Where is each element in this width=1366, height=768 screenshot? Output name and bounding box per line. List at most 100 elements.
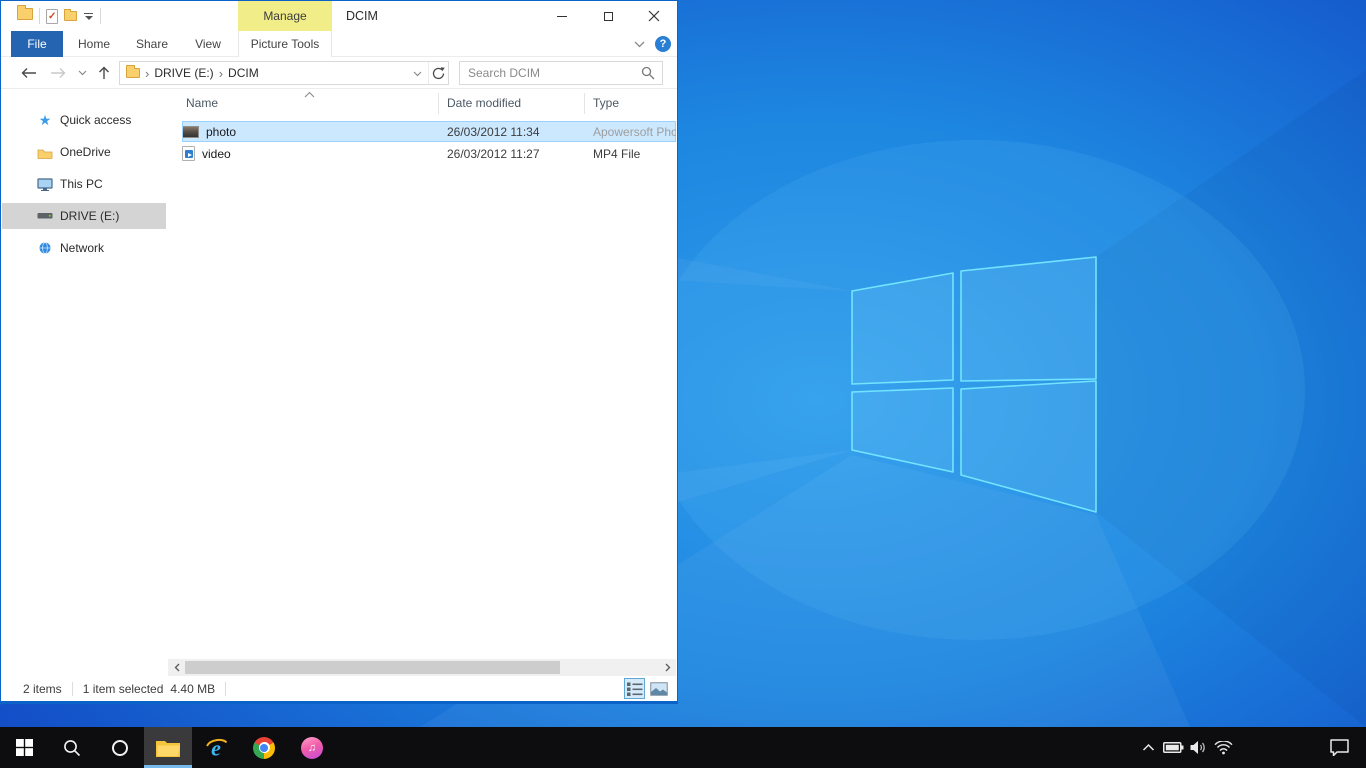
items-count: 2 items — [23, 682, 62, 696]
new-folder-icon[interactable] — [64, 11, 77, 21]
file-row-photo[interactable]: photo 26/03/2012 11:34 Apowersoft Pho — [182, 121, 676, 142]
selection-count: 1 item selected — [83, 682, 164, 696]
sidebar-label: OneDrive — [60, 145, 111, 159]
address-bar[interactable]: › DRIVE (E:) › DCIM — [119, 61, 449, 85]
taskbar-internet-explorer-button[interactable]: e — [192, 727, 240, 768]
chevron-down-icon — [78, 70, 87, 76]
file-name: photo — [206, 125, 436, 139]
sidebar-label: Network — [60, 241, 104, 255]
sidebar-item-this-pc[interactable]: This PC — [2, 171, 166, 197]
selection-size: 4.40 MB — [170, 682, 215, 696]
breadcrumb-chevron: › — [145, 66, 149, 81]
status-divider — [225, 682, 226, 696]
maximize-button[interactable] — [585, 1, 631, 31]
taskbar-itunes-button[interactable]: ♫ — [288, 727, 336, 768]
ribbon-tab-row: File Home Share View Picture Tools ? — [1, 31, 677, 57]
column-divider[interactable] — [438, 93, 439, 114]
forward-button[interactable] — [46, 57, 70, 89]
tab-view[interactable]: View — [185, 31, 231, 57]
search-box[interactable] — [459, 61, 663, 85]
tab-file[interactable]: File — [11, 31, 63, 57]
chrome-icon — [253, 737, 275, 759]
scroll-right-arrow[interactable] — [659, 659, 676, 676]
column-divider[interactable] — [584, 93, 585, 114]
properties-icon[interactable] — [46, 9, 58, 24]
minimize-button[interactable] — [539, 1, 585, 31]
qat-customize-dropdown-icon[interactable] — [83, 13, 94, 20]
navigation-bar: › DRIVE (E:) › DCIM — [1, 57, 677, 89]
volume-icon[interactable] — [1186, 727, 1211, 768]
sidebar-label: Quick access — [60, 113, 131, 127]
screen: Manage DCIM File Home Share View Picture… — [0, 0, 1366, 768]
close-button[interactable] — [631, 1, 677, 31]
search-icon[interactable] — [641, 66, 655, 80]
taskbar-search-button[interactable] — [48, 727, 96, 768]
wifi-icon[interactable] — [1211, 727, 1236, 768]
large-thumbnails-view-button[interactable] — [648, 678, 669, 699]
titlebar[interactable]: Manage DCIM — [1, 1, 677, 31]
recent-locations-button[interactable] — [74, 57, 90, 89]
taskbar-chrome-button[interactable] — [240, 727, 288, 768]
help-icon[interactable]: ? — [655, 36, 671, 52]
quick-access-toolbar — [39, 1, 101, 31]
details-view-button[interactable] — [624, 678, 645, 699]
back-button[interactable] — [17, 57, 41, 89]
cortana-circle-icon — [111, 739, 129, 757]
sidebar-item-quick-access[interactable]: ★ Quick access — [2, 107, 166, 133]
start-button[interactable] — [0, 727, 48, 768]
quick-access-star-icon: ★ — [37, 113, 53, 127]
column-header-name[interactable]: Name — [186, 90, 218, 117]
file-date: 26/03/2012 11:27 — [447, 147, 540, 161]
action-center-button[interactable] — [1324, 727, 1354, 768]
status-bar: 2 items 1 item selected 4.40 MB — [1, 676, 677, 701]
address-dropdown-button[interactable] — [413, 66, 422, 80]
file-list: Name Date modified Type photo 26/03/2012… — [168, 90, 676, 659]
search-input[interactable] — [460, 66, 641, 80]
cortana-button[interactable] — [96, 727, 144, 768]
status-divider — [72, 682, 73, 696]
sidebar-label: DRIVE (E:) — [60, 209, 119, 223]
column-header-date-modified[interactable]: Date modified — [447, 90, 521, 117]
file-row-video[interactable]: video 26/03/2012 11:27 MP4 File — [182, 143, 676, 164]
sidebar-label: This PC — [60, 177, 103, 191]
details-view-icon — [626, 681, 643, 697]
scrollbar-thumb[interactable] — [185, 661, 560, 674]
chevron-down-icon — [413, 71, 422, 77]
tray-chevron-up-icon[interactable] — [1136, 727, 1161, 768]
file-explorer-window: Manage DCIM File Home Share View Picture… — [0, 0, 678, 704]
sidebar-item-network[interactable]: Network — [2, 235, 166, 261]
onedrive-folder-icon — [37, 146, 53, 159]
internet-explorer-icon: e — [204, 736, 229, 760]
tab-share[interactable]: Share — [125, 31, 179, 57]
column-header-type[interactable]: Type — [593, 90, 619, 117]
breadcrumb-folder-icon — [126, 68, 140, 78]
file-type: Apowersoft Pho — [593, 125, 676, 139]
up-button[interactable] — [93, 57, 115, 89]
battery-icon[interactable] — [1161, 727, 1186, 768]
caption-buttons — [539, 1, 677, 31]
horizontal-scrollbar[interactable] — [168, 659, 676, 676]
taskbar-file-explorer-button[interactable] — [144, 727, 192, 768]
mp4-file-icon — [182, 146, 195, 161]
close-icon — [648, 10, 660, 22]
expand-ribbon-chevron-icon[interactable] — [634, 41, 645, 48]
tab-home[interactable]: Home — [71, 31, 117, 57]
taskbar: e ♫ — [0, 727, 1366, 768]
qat-separator — [39, 8, 40, 24]
refresh-button[interactable] — [428, 62, 448, 84]
refresh-icon — [432, 67, 445, 80]
maximize-icon — [604, 12, 613, 21]
qat-separator — [100, 8, 101, 24]
window-title: DCIM — [346, 1, 378, 31]
breadcrumb-drive[interactable]: DRIVE (E:) — [154, 66, 213, 80]
contextual-group-manage[interactable]: Manage — [238, 1, 332, 31]
sidebar-item-drive-e[interactable]: DRIVE (E:) — [2, 203, 166, 229]
file-date: 26/03/2012 11:34 — [447, 125, 540, 139]
action-center-bubble-icon — [1330, 739, 1349, 756]
scroll-left-arrow[interactable] — [168, 659, 185, 676]
tab-picture-tools[interactable]: Picture Tools — [238, 31, 332, 57]
breadcrumb-dcim[interactable]: DCIM — [228, 66, 259, 80]
window-folder-icon — [17, 8, 33, 20]
photo-thumbnail-icon — [182, 126, 199, 138]
sidebar-item-onedrive[interactable]: OneDrive — [2, 139, 166, 165]
